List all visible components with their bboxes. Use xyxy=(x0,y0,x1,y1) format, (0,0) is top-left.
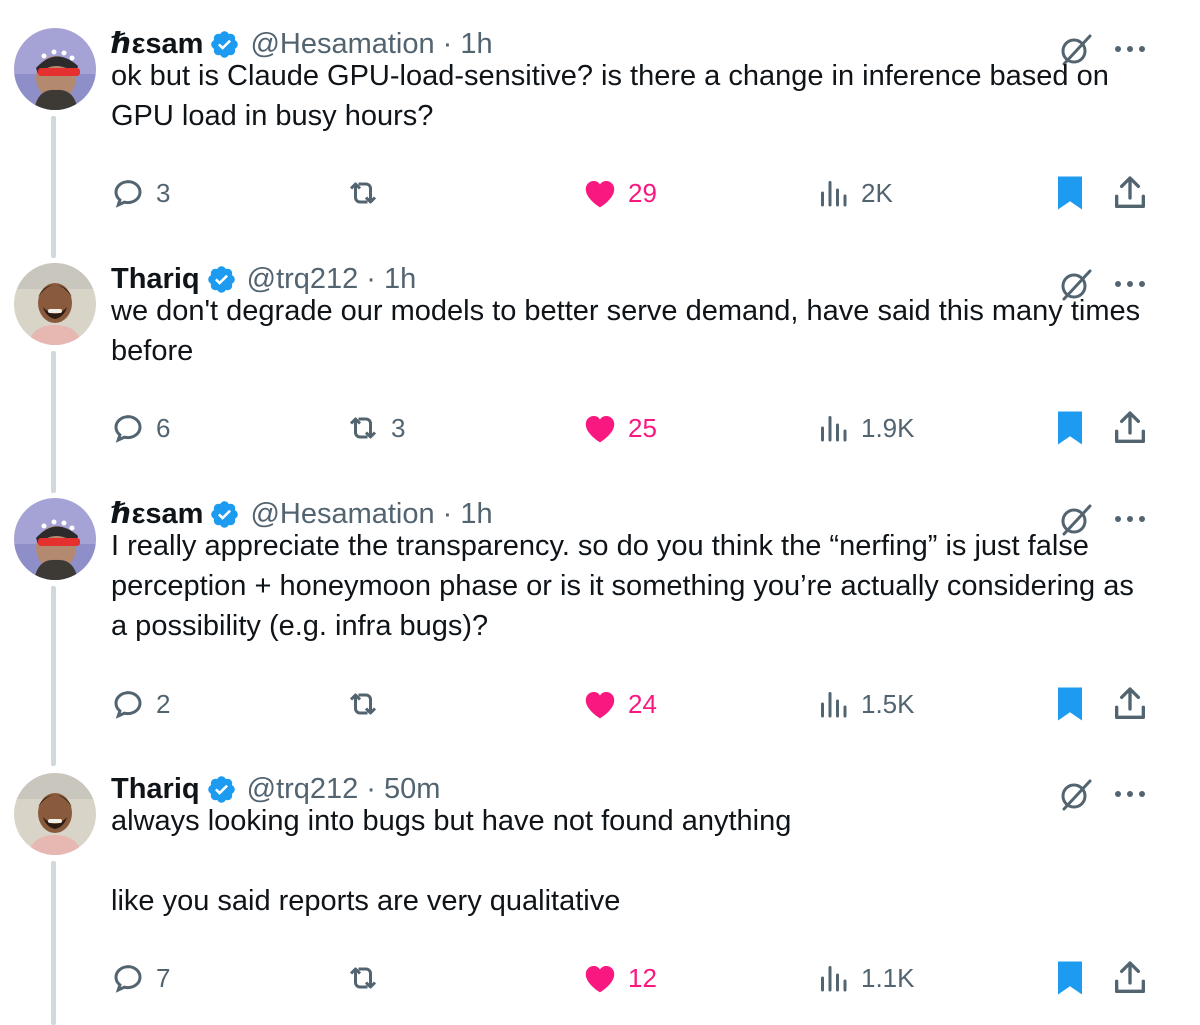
tweet-actions: 2 24 1.5K xyxy=(0,684,1200,724)
verified-badge-icon xyxy=(207,775,235,803)
tweet-actions: 7 12 1.1K xyxy=(0,958,1200,998)
views-button[interactable]: 1.1K xyxy=(815,958,915,998)
avatar-thariq[interactable] xyxy=(14,263,96,345)
heart-icon xyxy=(585,416,615,443)
share-icon[interactable] xyxy=(1110,408,1150,448)
view-count: 1.9K xyxy=(861,412,915,443)
repost-button[interactable] xyxy=(345,173,391,213)
repost-button[interactable] xyxy=(345,958,391,998)
views-icon xyxy=(821,692,847,718)
tweet-actions: 3 29 2K xyxy=(0,173,1200,213)
bookmark-icon[interactable] xyxy=(1052,958,1088,998)
repost-icon xyxy=(349,182,377,204)
verified-badge-icon xyxy=(211,500,239,528)
heart-icon xyxy=(585,181,615,208)
thread-connector-line xyxy=(51,861,56,1025)
more-icon[interactable] xyxy=(1113,787,1147,801)
repost-button[interactable]: 3 xyxy=(345,408,405,448)
reply-icon xyxy=(114,691,142,719)
reply-button[interactable]: 6 xyxy=(110,408,170,448)
heart-icon xyxy=(585,966,615,993)
reply-button[interactable]: 2 xyxy=(110,684,170,724)
like-button[interactable]: 25 xyxy=(582,408,657,448)
like-count: 29 xyxy=(628,177,657,208)
more-icon[interactable] xyxy=(1113,277,1147,291)
repost-icon xyxy=(349,693,377,715)
share-icon[interactable] xyxy=(1110,958,1150,998)
more-icon[interactable] xyxy=(1113,42,1147,56)
reply-icon xyxy=(114,415,142,443)
bookmark-icon[interactable] xyxy=(1052,684,1088,724)
tweet-text: always looking into bugs but have not fo… xyxy=(111,805,792,917)
tweet-text: we don't degrade our models to better se… xyxy=(111,295,1149,367)
like-button[interactable]: 12 xyxy=(582,958,657,998)
views-button[interactable]: 2K xyxy=(815,173,893,213)
repost-icon xyxy=(349,967,377,989)
reply-count: 3 xyxy=(156,177,171,208)
bookmark-icon[interactable] xyxy=(1052,173,1088,213)
view-count: 1.1K xyxy=(861,962,915,993)
views-icon xyxy=(821,181,847,207)
tweet-text: I really appreciate the transparency. so… xyxy=(111,530,1142,642)
reply-icon xyxy=(114,180,142,208)
view-count: 2K xyxy=(861,177,893,208)
more-icon[interactable] xyxy=(1113,512,1147,526)
like-button[interactable]: 29 xyxy=(582,173,657,213)
view-count: 1.5K xyxy=(861,688,915,719)
reply-count: 2 xyxy=(156,688,171,719)
repost-button[interactable] xyxy=(345,684,391,724)
thread-connector-line xyxy=(51,586,56,766)
reply-button[interactable]: 7 xyxy=(110,958,170,998)
verified-badge-icon xyxy=(207,265,235,293)
like-count: 12 xyxy=(628,962,657,993)
views-button[interactable]: 1.9K xyxy=(815,408,915,448)
views-icon xyxy=(821,416,847,442)
avatar-thariq[interactable] xyxy=(14,773,96,855)
tweet-actions: 6 3 25 1.9K xyxy=(0,408,1200,448)
views-icon xyxy=(821,966,847,992)
tweet-text: ok but is Claude GPU-load-sensitive? is … xyxy=(111,60,1117,132)
repost-icon xyxy=(349,417,377,439)
bookmark-icon[interactable] xyxy=(1052,408,1088,448)
reply-button[interactable]: 3 xyxy=(110,173,170,213)
heart-icon xyxy=(585,692,615,719)
avatar-hesam[interactable] xyxy=(14,28,96,110)
like-count: 25 xyxy=(628,412,657,443)
avatar-hesam[interactable] xyxy=(14,498,96,580)
reply-icon xyxy=(114,965,142,993)
share-icon[interactable] xyxy=(1110,684,1150,724)
like-button[interactable]: 24 xyxy=(582,684,657,724)
reply-count: 7 xyxy=(156,962,171,993)
like-count: 24 xyxy=(628,688,657,719)
share-icon[interactable] xyxy=(1110,173,1150,213)
conversation-thread: ℏεsam @Hesamation · 1h ok but is Claude … xyxy=(0,0,1200,1025)
repost-count: 3 xyxy=(391,412,406,443)
views-button[interactable]: 1.5K xyxy=(815,684,915,724)
reply-count: 6 xyxy=(156,412,171,443)
verified-badge-icon xyxy=(211,30,239,58)
